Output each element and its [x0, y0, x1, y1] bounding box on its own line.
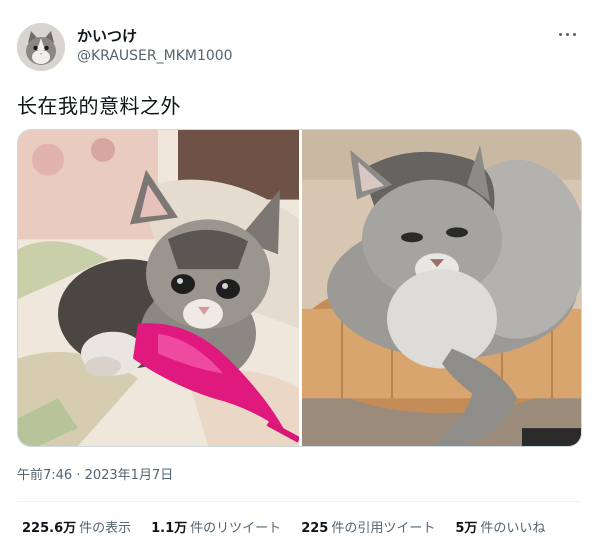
views-label: 件の表示 [79, 521, 132, 536]
user-handle[interactable]: @KRAUSER_MKM1000 [77, 48, 233, 64]
media-grid [17, 129, 582, 447]
display-name[interactable]: かいつけ [77, 25, 137, 46]
cat-avatar-icon[interactable] [17, 23, 65, 71]
likes-count: 5万 [455, 521, 478, 536]
kitten-photo[interactable] [18, 130, 299, 446]
likes-stat[interactable]: 5万 件のいいね [455, 517, 545, 537]
retweets-stat[interactable]: 1.1万 件のリツイート [151, 517, 281, 537]
retweets-count: 1.1万 [151, 521, 188, 536]
views-count: 225.6万 [22, 521, 77, 536]
engagement-stats: 225.6万 件の表示 1.1万 件のリツイート 225 件の引用ツイート 5万 件のい… [22, 517, 545, 537]
quotes-label: 件の引用ツイート [331, 521, 436, 536]
divider [17, 501, 580, 502]
tweet-timestamp[interactable]: 午前7:46 · 2023年1月7日 [17, 464, 173, 483]
more-options-icon[interactable] [556, 24, 580, 44]
tweet: かいつけ @KRAUSER_MKM1000 长在我的意料之外 午前7:46 · … [0, 0, 594, 542]
quotes-count: 225 [301, 521, 329, 536]
adult-cat-photo[interactable] [302, 130, 581, 446]
views-stat[interactable]: 225.6万 件の表示 [22, 517, 131, 537]
tweet-text: 长在我的意料之外 [17, 94, 181, 118]
retweets-label: 件のリツイート [190, 521, 282, 536]
likes-label: 件のいいね [480, 521, 546, 536]
quotes-stat[interactable]: 225 件の引用ツイート [301, 517, 435, 537]
